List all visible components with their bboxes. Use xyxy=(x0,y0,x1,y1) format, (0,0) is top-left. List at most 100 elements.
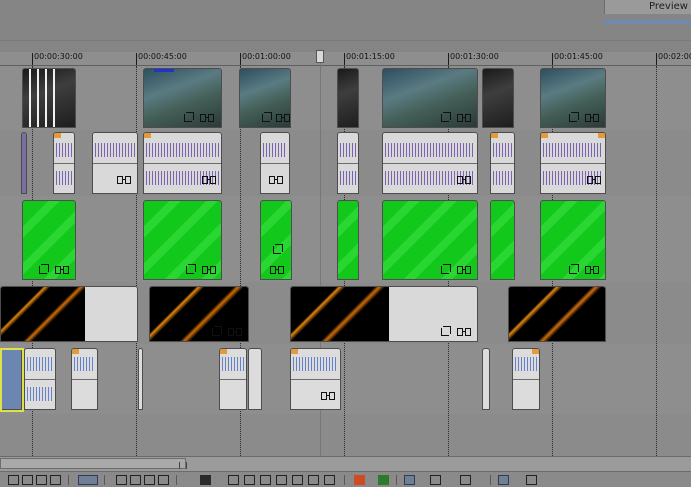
crop-icon[interactable] xyxy=(182,112,194,123)
event-envelope-icon[interactable] xyxy=(585,264,599,275)
green-screen-clip[interactable] xyxy=(337,200,359,280)
event-envelope-icon[interactable] xyxy=(228,326,242,337)
auto-crossfade-icon[interactable] xyxy=(526,475,537,485)
green-screen-clip[interactable] xyxy=(382,200,478,280)
audio-clip[interactable] xyxy=(143,132,222,194)
fade-handle[interactable] xyxy=(220,349,227,354)
region-icon[interactable] xyxy=(292,475,303,485)
video-clip[interactable] xyxy=(143,68,222,128)
snap-icon[interactable] xyxy=(324,475,335,485)
event-envelope-icon[interactable] xyxy=(321,390,335,401)
fade-handle[interactable] xyxy=(144,133,151,138)
event-envelope-icon[interactable] xyxy=(200,112,214,123)
cut-icon[interactable] xyxy=(116,475,127,485)
green-screen-clip[interactable] xyxy=(490,200,515,280)
event-envelope-icon[interactable] xyxy=(270,264,284,275)
event-envelope-icon[interactable] xyxy=(457,174,471,185)
green-screen-clip[interactable] xyxy=(143,200,222,280)
delete-icon[interactable] xyxy=(158,475,169,485)
event-envelope-icon[interactable] xyxy=(457,264,471,275)
audio-clip[interactable] xyxy=(248,348,262,410)
crop-icon[interactable] xyxy=(567,112,579,123)
video-clip[interactable] xyxy=(482,68,514,128)
fade-handle[interactable] xyxy=(72,349,79,354)
audio-clip[interactable] xyxy=(482,348,490,410)
audio-clip[interactable] xyxy=(540,132,606,194)
trim-end-icon[interactable] xyxy=(260,475,271,485)
video-clip[interactable] xyxy=(382,68,478,128)
event-envelope-icon[interactable] xyxy=(587,174,601,185)
envelope-tool-icon[interactable] xyxy=(460,475,471,485)
crop-icon[interactable] xyxy=(439,326,451,337)
cursor-tool-icon[interactable] xyxy=(404,475,415,485)
crop-icon[interactable] xyxy=(271,244,283,255)
audio-clip[interactable] xyxy=(138,348,143,410)
ripple-edit-icon[interactable] xyxy=(378,475,389,485)
zoom-tool-icon[interactable] xyxy=(498,475,509,485)
previous-frame-icon[interactable] xyxy=(22,475,33,485)
audio-clip[interactable] xyxy=(260,132,290,194)
go-to-end-icon[interactable] xyxy=(50,475,61,485)
fade-handle[interactable] xyxy=(291,349,298,354)
trim-icon[interactable] xyxy=(200,475,211,485)
fade-handle[interactable] xyxy=(491,133,498,138)
audio-track-2[interactable] xyxy=(0,344,691,414)
lock-icon[interactable] xyxy=(308,475,319,485)
event-envelope-icon[interactable] xyxy=(117,174,131,185)
game-clip[interactable] xyxy=(0,286,138,342)
audio-clip[interactable] xyxy=(490,132,515,194)
trim-start-icon[interactable] xyxy=(244,475,255,485)
video-clip[interactable] xyxy=(22,68,76,128)
video-clip[interactable] xyxy=(337,68,359,128)
scrollbar-thumb[interactable] xyxy=(0,458,187,469)
event-envelope-icon[interactable] xyxy=(269,174,283,185)
event-envelope-icon[interactable] xyxy=(457,326,471,337)
event-envelope-icon[interactable] xyxy=(55,264,69,275)
audio-clip[interactable] xyxy=(382,132,478,194)
copy-icon[interactable] xyxy=(130,475,141,485)
fade-handle[interactable] xyxy=(532,349,539,354)
audio-clip[interactable] xyxy=(512,348,540,410)
event-envelope-icon[interactable] xyxy=(276,112,290,123)
crop-icon[interactable] xyxy=(37,264,49,275)
game-clip[interactable] xyxy=(290,286,478,342)
crop-icon[interactable] xyxy=(567,264,579,275)
audio-clip[interactable] xyxy=(219,348,247,410)
green-screen-clip[interactable] xyxy=(260,200,292,280)
fade-handle[interactable] xyxy=(541,133,548,138)
audio-clip[interactable] xyxy=(290,348,341,410)
event-envelope-icon[interactable] xyxy=(585,112,599,123)
paste-icon[interactable] xyxy=(144,475,155,485)
crop-icon[interactable] xyxy=(260,112,272,123)
event-envelope-icon[interactable] xyxy=(457,112,471,123)
fade-handle[interactable] xyxy=(54,133,61,138)
tab-preview[interactable]: Preview xyxy=(604,0,691,14)
green-screen-clip[interactable] xyxy=(22,200,76,280)
game-clip[interactable] xyxy=(508,286,606,342)
audio-clip[interactable] xyxy=(92,132,138,194)
audio-clip[interactable] xyxy=(71,348,98,410)
green-screen-clip[interactable] xyxy=(540,200,606,280)
crop-icon[interactable] xyxy=(439,264,451,275)
timeline-ruler[interactable]: 00:00:30:00 00:00:45:00 00:01:00:00 00:0… xyxy=(0,52,691,66)
split-icon[interactable] xyxy=(228,475,239,485)
crop-icon[interactable] xyxy=(439,112,451,123)
edit-tool-icon[interactable] xyxy=(78,475,98,485)
empty-track-area[interactable] xyxy=(0,414,691,456)
crop-icon[interactable] xyxy=(210,326,222,337)
next-frame-icon[interactable] xyxy=(36,475,47,485)
game-clip[interactable] xyxy=(149,286,249,342)
audio-clip[interactable] xyxy=(337,132,359,194)
audio-clip[interactable] xyxy=(21,132,27,194)
video-clip[interactable] xyxy=(239,68,291,128)
horizontal-scrollbar[interactable] xyxy=(0,456,691,471)
audio-clip[interactable] xyxy=(24,348,56,410)
event-envelope-icon[interactable] xyxy=(202,264,216,275)
crop-icon[interactable] xyxy=(184,264,196,275)
video-clip[interactable] xyxy=(540,68,606,128)
event-envelope-icon[interactable] xyxy=(202,174,216,185)
record-icon[interactable] xyxy=(354,475,365,485)
selection-tool-icon[interactable] xyxy=(430,475,441,485)
playhead-marker[interactable] xyxy=(316,50,324,63)
fade-handle[interactable] xyxy=(598,133,605,138)
